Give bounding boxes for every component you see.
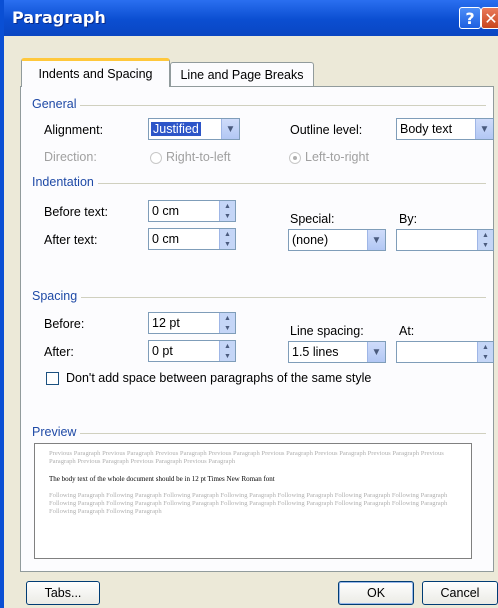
tab-label: Line and Page Breaks — [180, 67, 304, 82]
spacing-before-spinner[interactable]: 12 pt ▲ ▼ — [148, 312, 236, 334]
outline-level-select[interactable]: Body text ▼ — [396, 118, 494, 140]
by-label: By: — [399, 212, 418, 226]
after-text-value: 0 cm — [152, 232, 180, 246]
chevron-down-icon[interactable]: ▼ — [367, 230, 385, 250]
left-to-right-radio[interactable] — [289, 152, 301, 164]
outline-level-value: Body text — [400, 122, 453, 136]
chevron-down-icon[interactable]: ▼ — [367, 342, 385, 362]
left-to-right-label: Left-to-right — [305, 150, 369, 164]
spacing-before-value: 12 pt — [152, 316, 180, 330]
help-button[interactable]: ? — [459, 7, 481, 29]
special-label: Special: — [290, 212, 335, 226]
spacing-after-spinner[interactable]: 0 pt ▲ ▼ — [148, 340, 236, 362]
right-to-left-radio[interactable] — [150, 152, 162, 164]
paragraph-dialog: Paragraph ? ✕ Indents and Spacing Line a… — [0, 0, 498, 608]
general-heading: General — [32, 97, 81, 111]
preview-divider — [34, 433, 486, 434]
spacing-after-value: 0 pt — [152, 344, 173, 358]
preview-heading: Preview — [32, 425, 81, 439]
direction-label: Direction: — [44, 150, 97, 164]
indentation-divider — [34, 183, 486, 184]
before-text-label: Before text: — [44, 205, 108, 219]
general-divider — [34, 105, 486, 106]
after-text-label: After text: — [44, 233, 98, 247]
spinner-arrows-icon[interactable]: ▲ ▼ — [477, 230, 493, 250]
preview-box: Previous Paragraph Previous Paragraph Pr… — [34, 443, 472, 559]
tab-indents-and-spacing[interactable]: Indents and Spacing — [21, 58, 170, 87]
dialog-title: Paragraph — [12, 8, 106, 27]
dont-add-space-label: Don't add space between paragraphs of th… — [66, 371, 372, 385]
chevron-down-icon[interactable]: ▼ — [475, 119, 493, 139]
preview-body-text: The body text of the whole document shou… — [49, 475, 275, 483]
at-spinner[interactable]: ▲ ▼ — [396, 341, 494, 363]
preview-page: Previous Paragraph Previous Paragraph Pr… — [49, 450, 459, 556]
line-spacing-value: 1.5 lines — [292, 345, 339, 359]
special-select[interactable]: (none) ▼ — [288, 229, 386, 251]
spinner-arrows-icon[interactable]: ▲ ▼ — [219, 201, 235, 221]
tabs-button[interactable]: Tabs... — [26, 581, 100, 605]
tab-line-and-page-breaks[interactable]: Line and Page Breaks — [170, 62, 314, 86]
ok-button-label: OK — [366, 586, 386, 600]
spacing-before-label: Before: — [44, 317, 85, 331]
before-text-value: 0 cm — [152, 204, 180, 218]
line-spacing-label: Line spacing: — [290, 324, 364, 338]
title-bar[interactable]: Paragraph ? ✕ — [4, 0, 498, 36]
alignment-select[interactable]: Justified ▼ — [148, 118, 240, 140]
cancel-button-label: Cancel — [440, 586, 480, 600]
tab-label: Indents and Spacing — [38, 67, 153, 81]
tabs-button-label: Tabs... — [44, 586, 82, 600]
alignment-value: Justified — [151, 122, 201, 136]
chevron-down-icon[interactable]: ▼ — [221, 119, 239, 139]
ok-button[interactable]: OK — [338, 581, 414, 605]
preview-previous-paragraph: Previous Paragraph Previous Paragraph Pr… — [49, 450, 444, 465]
right-to-left-label: Right-to-left — [166, 150, 231, 164]
preview-following-paragraph: Following Paragraph Following Paragraph … — [49, 492, 448, 515]
by-spinner[interactable]: ▲ ▼ — [396, 229, 494, 251]
spinner-arrows-icon[interactable]: ▲ ▼ — [219, 229, 235, 249]
alignment-label: Alignment: — [44, 123, 104, 137]
spacing-after-label: After: — [44, 345, 74, 359]
at-label: At: — [399, 324, 415, 338]
before-text-spinner[interactable]: 0 cm ▲ ▼ — [148, 200, 236, 222]
line-spacing-select[interactable]: 1.5 lines ▼ — [288, 341, 386, 363]
spinner-arrows-icon[interactable]: ▲ ▼ — [219, 313, 235, 333]
spacing-heading: Spacing — [32, 289, 82, 303]
after-text-spinner[interactable]: 0 cm ▲ ▼ — [148, 228, 236, 250]
outline-level-label: Outline level: — [290, 123, 363, 137]
close-button[interactable]: ✕ — [481, 7, 498, 29]
close-icon: ✕ — [484, 8, 498, 28]
dont-add-space-checkbox[interactable] — [46, 372, 59, 385]
cancel-button[interactable]: Cancel — [422, 581, 498, 605]
spinner-arrows-icon[interactable]: ▲ ▼ — [219, 341, 235, 361]
spacing-divider — [34, 297, 486, 298]
spinner-arrows-icon[interactable]: ▲ ▼ — [477, 342, 493, 362]
special-value: (none) — [292, 233, 329, 247]
help-icon: ? — [465, 8, 475, 28]
indentation-heading: Indentation — [32, 175, 98, 189]
